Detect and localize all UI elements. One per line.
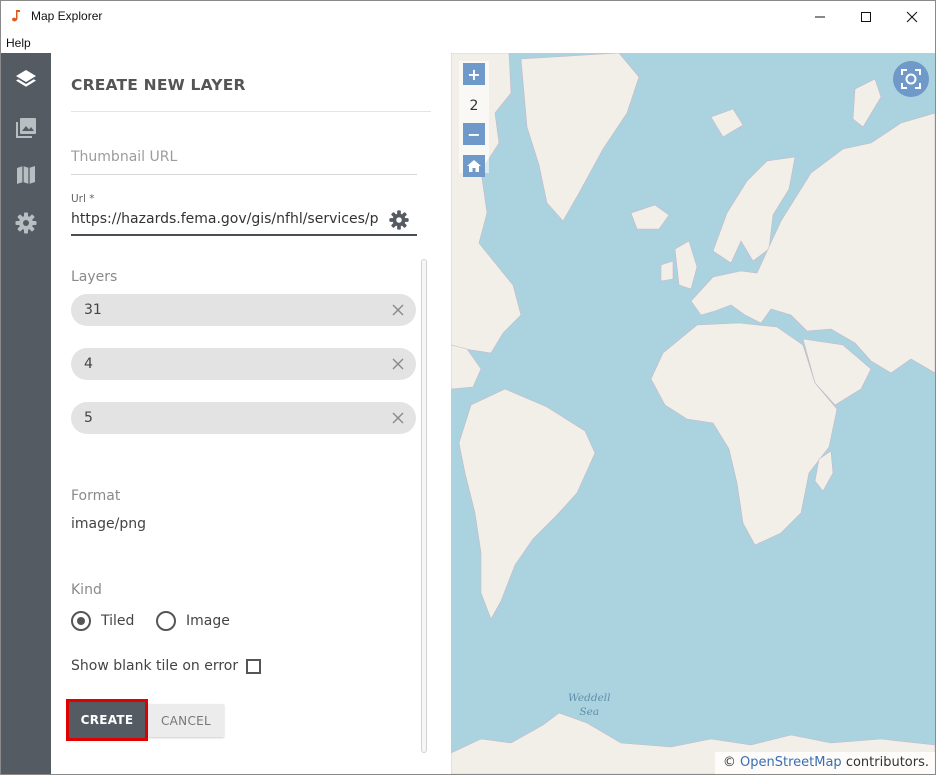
panel-divider [71,111,431,112]
south-america-landmass [458,388,596,620]
rail-item-images[interactable] [1,103,51,151]
layer-chip: 31 [71,294,416,326]
panel-scrollbar[interactable] [421,259,427,753]
menu-bar: Help [1,33,935,53]
sea-label-line: Weddell [568,692,611,704]
layer-chip: 5 [71,402,416,434]
menu-help[interactable]: Help [6,36,31,50]
format-label: Format [71,488,121,504]
app-window: Map Explorer Help CREATE NEW LAYER Thumb… [0,0,936,775]
gear-icon [389,210,409,230]
layers-icon [16,70,36,87]
zoom-out-button[interactable]: − [463,123,485,145]
radio-button[interactable] [156,611,176,631]
greenland-landmass [520,53,640,222]
close-icon [392,304,404,316]
rail-item-maps[interactable] [1,151,51,199]
title-bar: Map Explorer [1,1,935,33]
thumbnail-url-input[interactable] [71,143,417,165]
app-logo-icon [12,10,20,22]
openstreetmap-link[interactable]: OpenStreetMap [740,755,842,770]
map-attribution: © OpenStreetMap contributors. [714,752,935,774]
map-icon [17,166,35,184]
great-britain-landmass [674,240,698,290]
radio-label: Image [186,613,230,629]
map-view[interactable]: Weddell Sea + 2 − © OpenStreetMap contri… [451,53,935,774]
zoom-control: + 2 − [459,61,489,177]
attribution-prefix: © [722,755,736,770]
rail-item-layers[interactable] [1,55,51,103]
layers-label: Layers [71,269,118,285]
svalbard-landmass [710,108,744,138]
zoom-in-button[interactable]: + [463,63,485,85]
url-input[interactable] [71,208,379,227]
remove-layer-button[interactable] [390,356,406,372]
thumbnail-url-field [71,143,417,175]
layer-chip-label: 4 [84,356,93,372]
blank-tile-label: Show blank tile on error [71,658,239,674]
minimize-icon [815,16,825,18]
panel-title: CREATE NEW LAYER [71,76,246,94]
close-icon [906,11,918,23]
rail-item-settings[interactable] [1,199,51,247]
close-button[interactable] [889,1,935,33]
remove-layer-button[interactable] [390,410,406,426]
window-title: Map Explorer [31,9,103,23]
url-label: Url * [71,193,95,205]
ireland-landmass [660,260,674,282]
zoom-level: 2 [469,98,479,114]
world-map [451,53,935,774]
attribution-suffix: contributors. [845,755,929,770]
blank-tile-checkbox[interactable] [246,658,262,674]
radio-button[interactable] [71,611,91,631]
sea-label: Weddell Sea [568,691,611,719]
maximize-icon [861,12,871,22]
layer-chip-label: 31 [84,302,102,318]
image-icon [16,118,36,138]
url-field [71,208,417,236]
home-button[interactable] [463,155,485,177]
close-icon [392,358,404,370]
create-button[interactable]: CREATE [66,699,148,741]
fullscreen-icon [901,69,921,89]
minimize-button[interactable] [797,1,843,33]
url-settings-button[interactable] [387,208,411,232]
remove-layer-button[interactable] [390,302,406,318]
layer-chip: 4 [71,348,416,380]
gear-icon [15,212,37,234]
fullscreen-button[interactable] [893,61,929,97]
format-value: image/png [71,516,146,532]
radio-label: Tiled [101,613,135,629]
kind-radio-tiled[interactable]: Tiled [71,610,134,632]
sea-label-line: Sea [579,706,600,718]
close-icon [392,412,404,424]
novaya-zemlya-landmass [852,78,882,128]
kind-label: Kind [71,582,102,598]
maximize-button[interactable] [843,1,889,33]
kind-radio-image[interactable]: Image [156,610,230,632]
central-america-landmass [451,344,482,390]
blank-tile-option: Show blank tile on error [71,656,262,676]
iceland-landmass [630,204,670,230]
nav-rail [1,53,51,774]
home-icon [467,160,481,172]
cancel-button[interactable]: CANCEL [148,704,224,737]
create-layer-panel: CREATE NEW LAYER Url * [51,53,451,774]
layer-chip-label: 5 [84,410,93,426]
